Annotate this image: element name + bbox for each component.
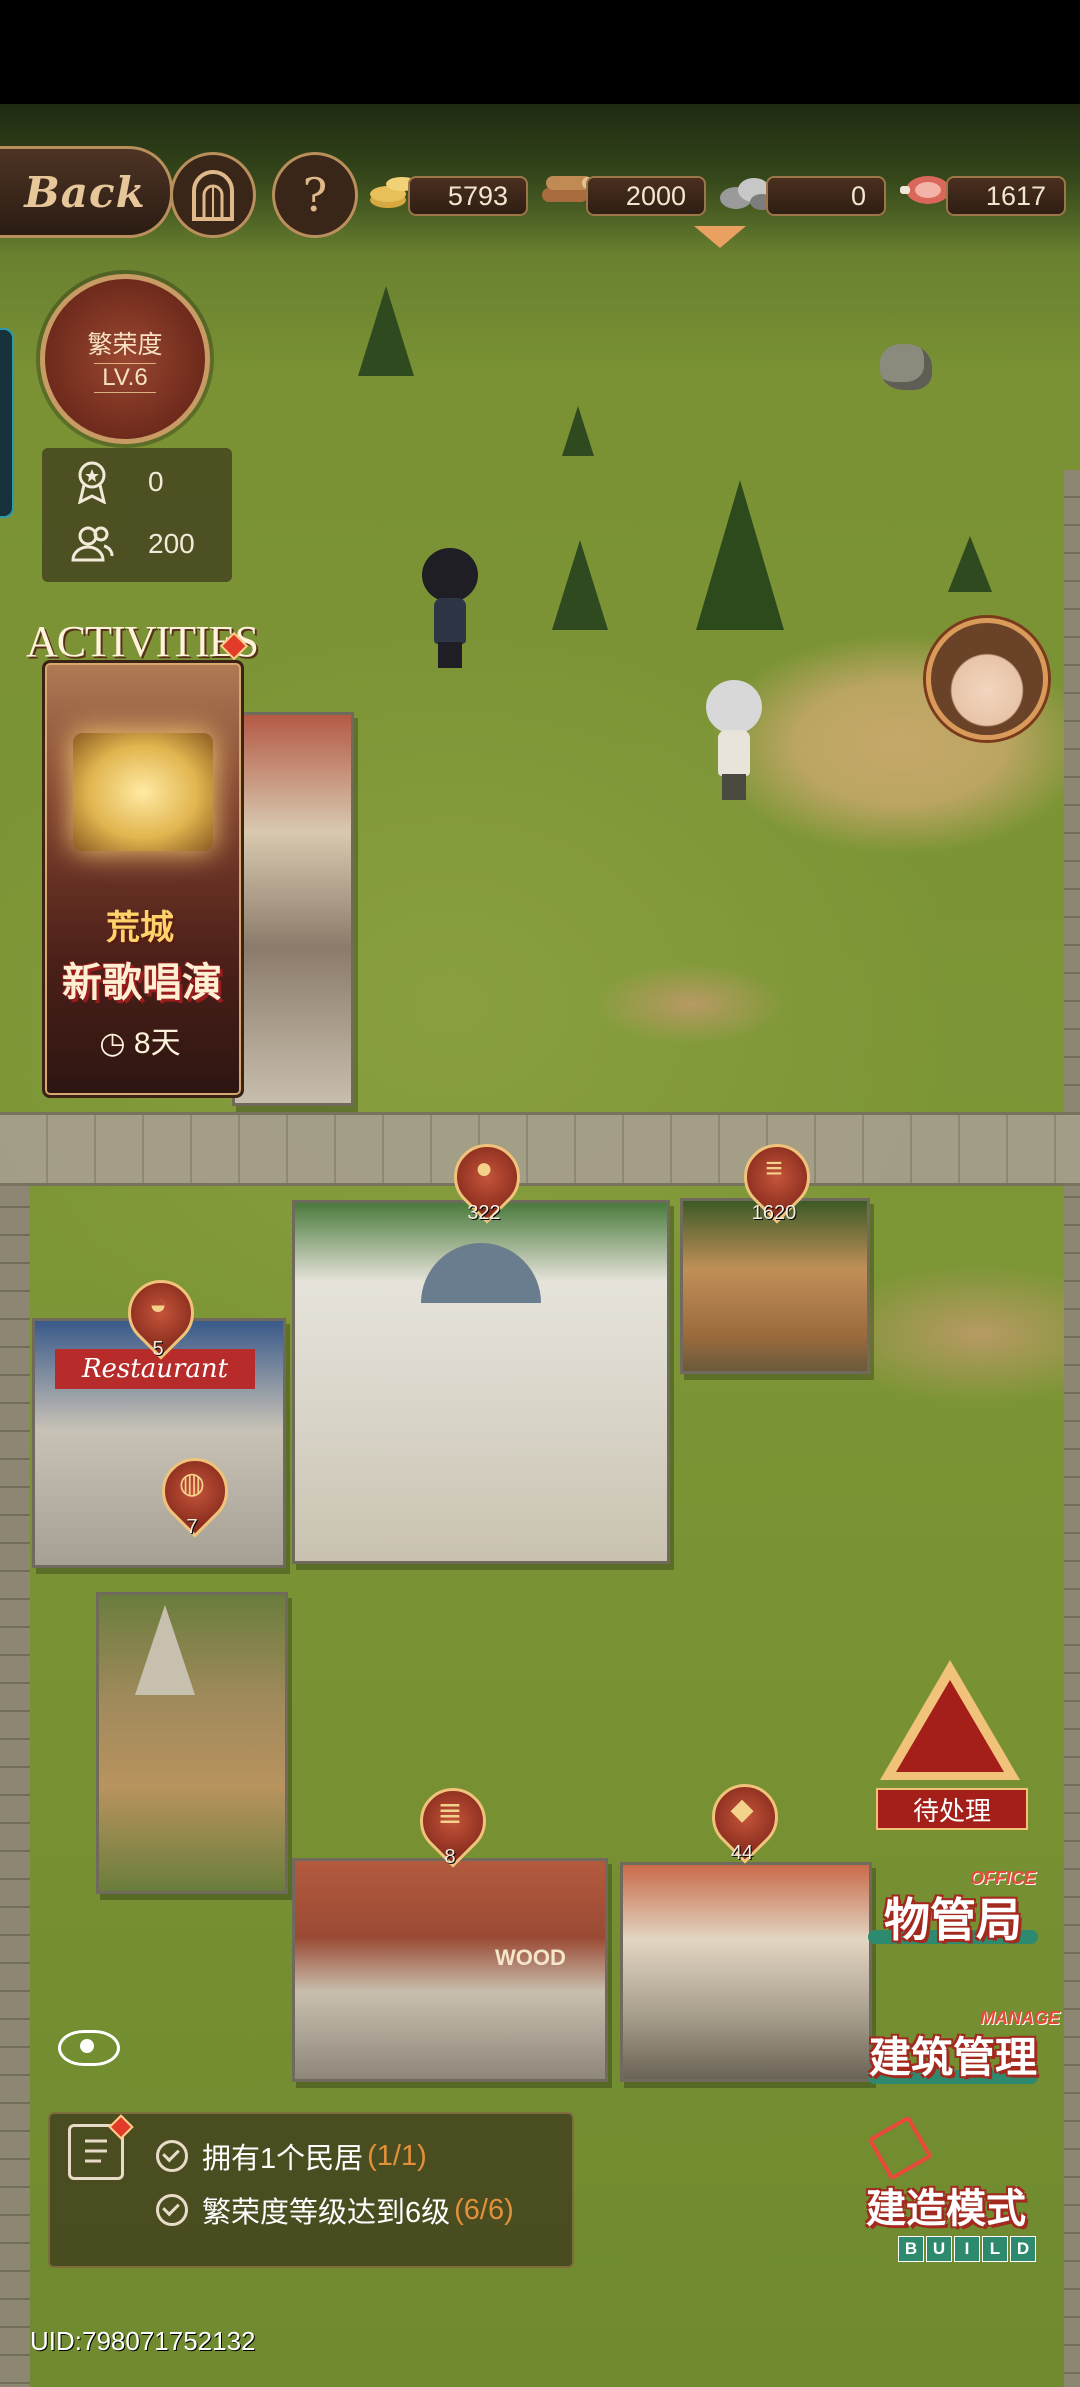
city-hall-pin[interactable]: ● 322 [440, 1130, 534, 1230]
build-letter: U [926, 2236, 952, 2262]
food-icon: ◒ [148, 1288, 168, 1321]
npc-avatar-portrait[interactable] [926, 618, 1048, 740]
wood-factory-building[interactable]: WOOD [292, 1858, 608, 2082]
meat-icon: ◍ [178, 1467, 206, 1500]
restaurant-meat-pin[interactable]: ◍ 7 [148, 1444, 242, 1544]
wood-sign: WOOD [495, 1945, 566, 1970]
stone-workshop-building[interactable] [620, 1862, 872, 2082]
stone-icon: ◆ [730, 1793, 754, 1826]
farm-building[interactable] [96, 1592, 288, 1894]
pending-label[interactable]: 待处理 [876, 1788, 1028, 1830]
stone-wall-left [0, 1180, 30, 2387]
wood-counter: 2000 [586, 176, 706, 216]
gate-icon [192, 170, 234, 221]
wood-logs-icon: ≡ [765, 1152, 783, 1185]
restaurant-pin[interactable]: ◒ 5 [114, 1266, 208, 1366]
question-mark-icon: ? [302, 168, 328, 222]
office-label: 物管局 [884, 1893, 1022, 1947]
user-id: UID:798071752132 [30, 2326, 256, 2356]
lumber-camp-pin[interactable]: ≡ 1620 [730, 1130, 824, 1230]
town-stats-panel: 0 200 [42, 448, 232, 582]
rock [880, 344, 932, 390]
wood-factory-pin[interactable]: ≣ 8 [406, 1774, 500, 1874]
task-text: 繁荣度等级达到6级 [202, 2197, 451, 2229]
gold-coins-icon: ● [474, 1152, 494, 1185]
small-shrub [948, 536, 992, 592]
check-circle-icon [156, 2140, 188, 2172]
character-black-hair[interactable] [422, 548, 478, 668]
check-circle-icon [156, 2194, 188, 2226]
prosperity-badge[interactable]: 繁荣度 LV.6 [40, 274, 210, 444]
dome-window [421, 1243, 541, 1303]
task-item: 繁荣度等级达到6级 (6/6) [156, 2188, 576, 2232]
activity-title-line1: 荒城 [106, 909, 174, 947]
build-letter: I [954, 2236, 980, 2262]
build-letter: B [898, 2236, 924, 2262]
wood-factory-pin-value: 8 [444, 1846, 456, 1868]
small-shrub [562, 406, 594, 456]
gate-button[interactable] [170, 152, 256, 238]
clock-icon: ◷ [99, 1027, 126, 1060]
activity-title-line2: 新歌唱演 [62, 959, 222, 1006]
city-hall-pin-value: 322 [467, 1202, 501, 1224]
building-manage-button[interactable]: MANAGE 建筑管理 [858, 2008, 1060, 2098]
hammer-icon [867, 2115, 933, 2181]
task-progress: (6/6) [454, 2193, 514, 2226]
city-hall-building[interactable] [292, 1200, 670, 1564]
townhouse-building[interactable] [232, 712, 354, 1106]
character-white-hair[interactable] [706, 680, 762, 800]
build-letter: D [1010, 2236, 1036, 2262]
expand-arrow-icon[interactable] [694, 226, 746, 248]
back-label: Back [24, 167, 146, 217]
activity-timer: ◷ 8天 [42, 1018, 238, 1062]
task-progress: (1/1) [367, 2139, 427, 2172]
prosperity-level: LV.6 [94, 363, 156, 393]
back-button[interactable]: Back [0, 146, 173, 238]
restaurant-pin-value: 5 [152, 1338, 164, 1360]
stone-wall-right [1064, 470, 1080, 2387]
build-label: 建造模式 [866, 2185, 1026, 2232]
stone-workshop-pin[interactable]: ◆ 44 [698, 1770, 792, 1870]
pine-tree [552, 540, 608, 630]
population-row: 200 [42, 516, 232, 572]
pine-tree [696, 480, 784, 630]
manage-label: 建筑管理 [868, 2033, 1037, 2082]
honor-row: 0 [42, 454, 232, 510]
planks-icon: ≣ [437, 1797, 463, 1830]
honor-value: 0 [148, 466, 164, 497]
eye-icon[interactable] [58, 2030, 120, 2066]
windmill [135, 1605, 195, 1695]
gold-counter: 5793 [408, 176, 528, 216]
population-icon [64, 516, 120, 572]
build-letter: L [982, 2236, 1008, 2262]
stone-workshop-pin-value: 44 [730, 1842, 754, 1864]
golden-stage-image [73, 733, 213, 851]
population-value: 200 [148, 528, 195, 559]
meat-counter: 1617 [946, 176, 1066, 216]
stone-road [0, 1112, 1080, 1186]
build-letters: B U I L D [898, 2236, 1036, 2262]
prosperity-title: 繁荣度 [87, 331, 163, 359]
lumber-camp-pin-value: 1620 [751, 1202, 797, 1224]
alarm-bell-icon [896, 1680, 1004, 1772]
build-mode-button[interactable]: 建造模式 B U I L D [846, 2115, 1046, 2274]
stone-counter: 0 [766, 176, 886, 216]
task-item: 拥有1个民居 (1/1) [156, 2134, 576, 2178]
pine-tree [358, 286, 414, 376]
help-button[interactable]: ? [272, 152, 358, 238]
left-drawer-tab[interactable] [0, 328, 14, 518]
restaurant-meat-pin-value: 7 [186, 1516, 198, 1538]
task-text: 拥有1个民居 [202, 2143, 364, 2175]
activity-timer-value: 8天 [133, 1027, 181, 1060]
office-button[interactable]: OFFICE 物管局 [868, 1868, 1052, 1954]
medal-icon [64, 454, 120, 510]
